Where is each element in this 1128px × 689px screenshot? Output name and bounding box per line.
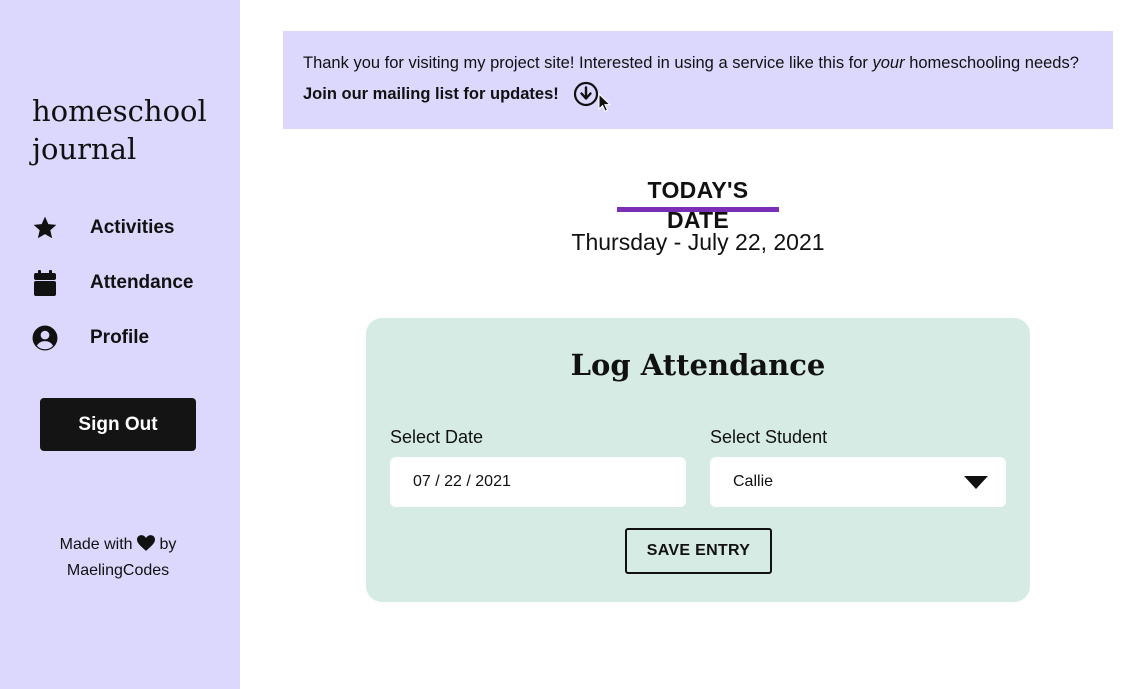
sidebar-item-profile[interactable]: Profile <box>32 320 232 356</box>
mailing-list-banner: Thank you for visiting my project site! … <box>283 31 1113 129</box>
date-input-value: 07 / 22 / 2021 <box>413 473 511 490</box>
save-entry-button[interactable]: SAVE ENTRY <box>625 528 772 574</box>
star-icon <box>32 215 58 241</box>
app-logo[interactable]: homeschool journal <box>32 92 232 168</box>
arrow-down-circle-icon[interactable] <box>573 81 599 107</box>
calendar-icon <box>32 270 58 296</box>
student-select[interactable]: Callie <box>710 457 1006 507</box>
todays-date-value: Thursday - July 22, 2021 <box>571 229 825 255</box>
logo-line-1: homeschool <box>32 94 207 128</box>
sidebar-item-attendance[interactable]: Attendance <box>32 265 232 301</box>
footer-credit: Made with by MaelingCodes <box>20 533 216 583</box>
sidebar-item-activities[interactable]: Activities <box>32 210 232 246</box>
user-circle-icon <box>32 325 58 351</box>
card-title: Log Attendance <box>570 348 826 382</box>
credit-text-by: by <box>159 536 177 553</box>
heart-icon <box>137 535 155 559</box>
sidebar-nav: Activities Attendance Profile <box>32 210 232 375</box>
banner-text-part: homeschooling needs? <box>904 54 1079 72</box>
sidebar: homeschool journal Activities Attendance… <box>0 0 240 689</box>
sidebar-item-label: Attendance <box>90 272 194 293</box>
mailing-list-join-text: Join our mailing list for updates! <box>303 85 559 103</box>
sidebar-item-label: Profile <box>90 327 150 348</box>
date-input[interactable]: 07 / 22 / 2021 <box>390 457 686 507</box>
logo-line-2: journal <box>32 132 137 166</box>
todays-date-heading: TODAY'S DATE <box>647 177 749 233</box>
banner-text-part: Thank you for visiting my project site! … <box>303 54 873 72</box>
sidebar-item-label: Activities <box>90 217 175 238</box>
heading-underline <box>617 207 779 212</box>
banner-message: Thank you for visiting my project site! … <box>303 51 1093 75</box>
credit-text: Made with <box>59 536 133 553</box>
student-select-value: Callie <box>733 473 774 490</box>
sign-out-button[interactable]: Sign Out <box>40 398 196 451</box>
log-attendance-card: Log Attendance Select Date 07 / 22 / 202… <box>366 318 1030 602</box>
banner-text-emphasis: your <box>872 54 905 72</box>
select-student-label: Select Student <box>710 427 828 447</box>
caret-down-icon <box>964 476 988 494</box>
mouse-pointer-icon <box>598 92 612 116</box>
credit-author: MaelingCodes <box>66 562 170 579</box>
select-date-label: Select Date <box>390 427 484 447</box>
